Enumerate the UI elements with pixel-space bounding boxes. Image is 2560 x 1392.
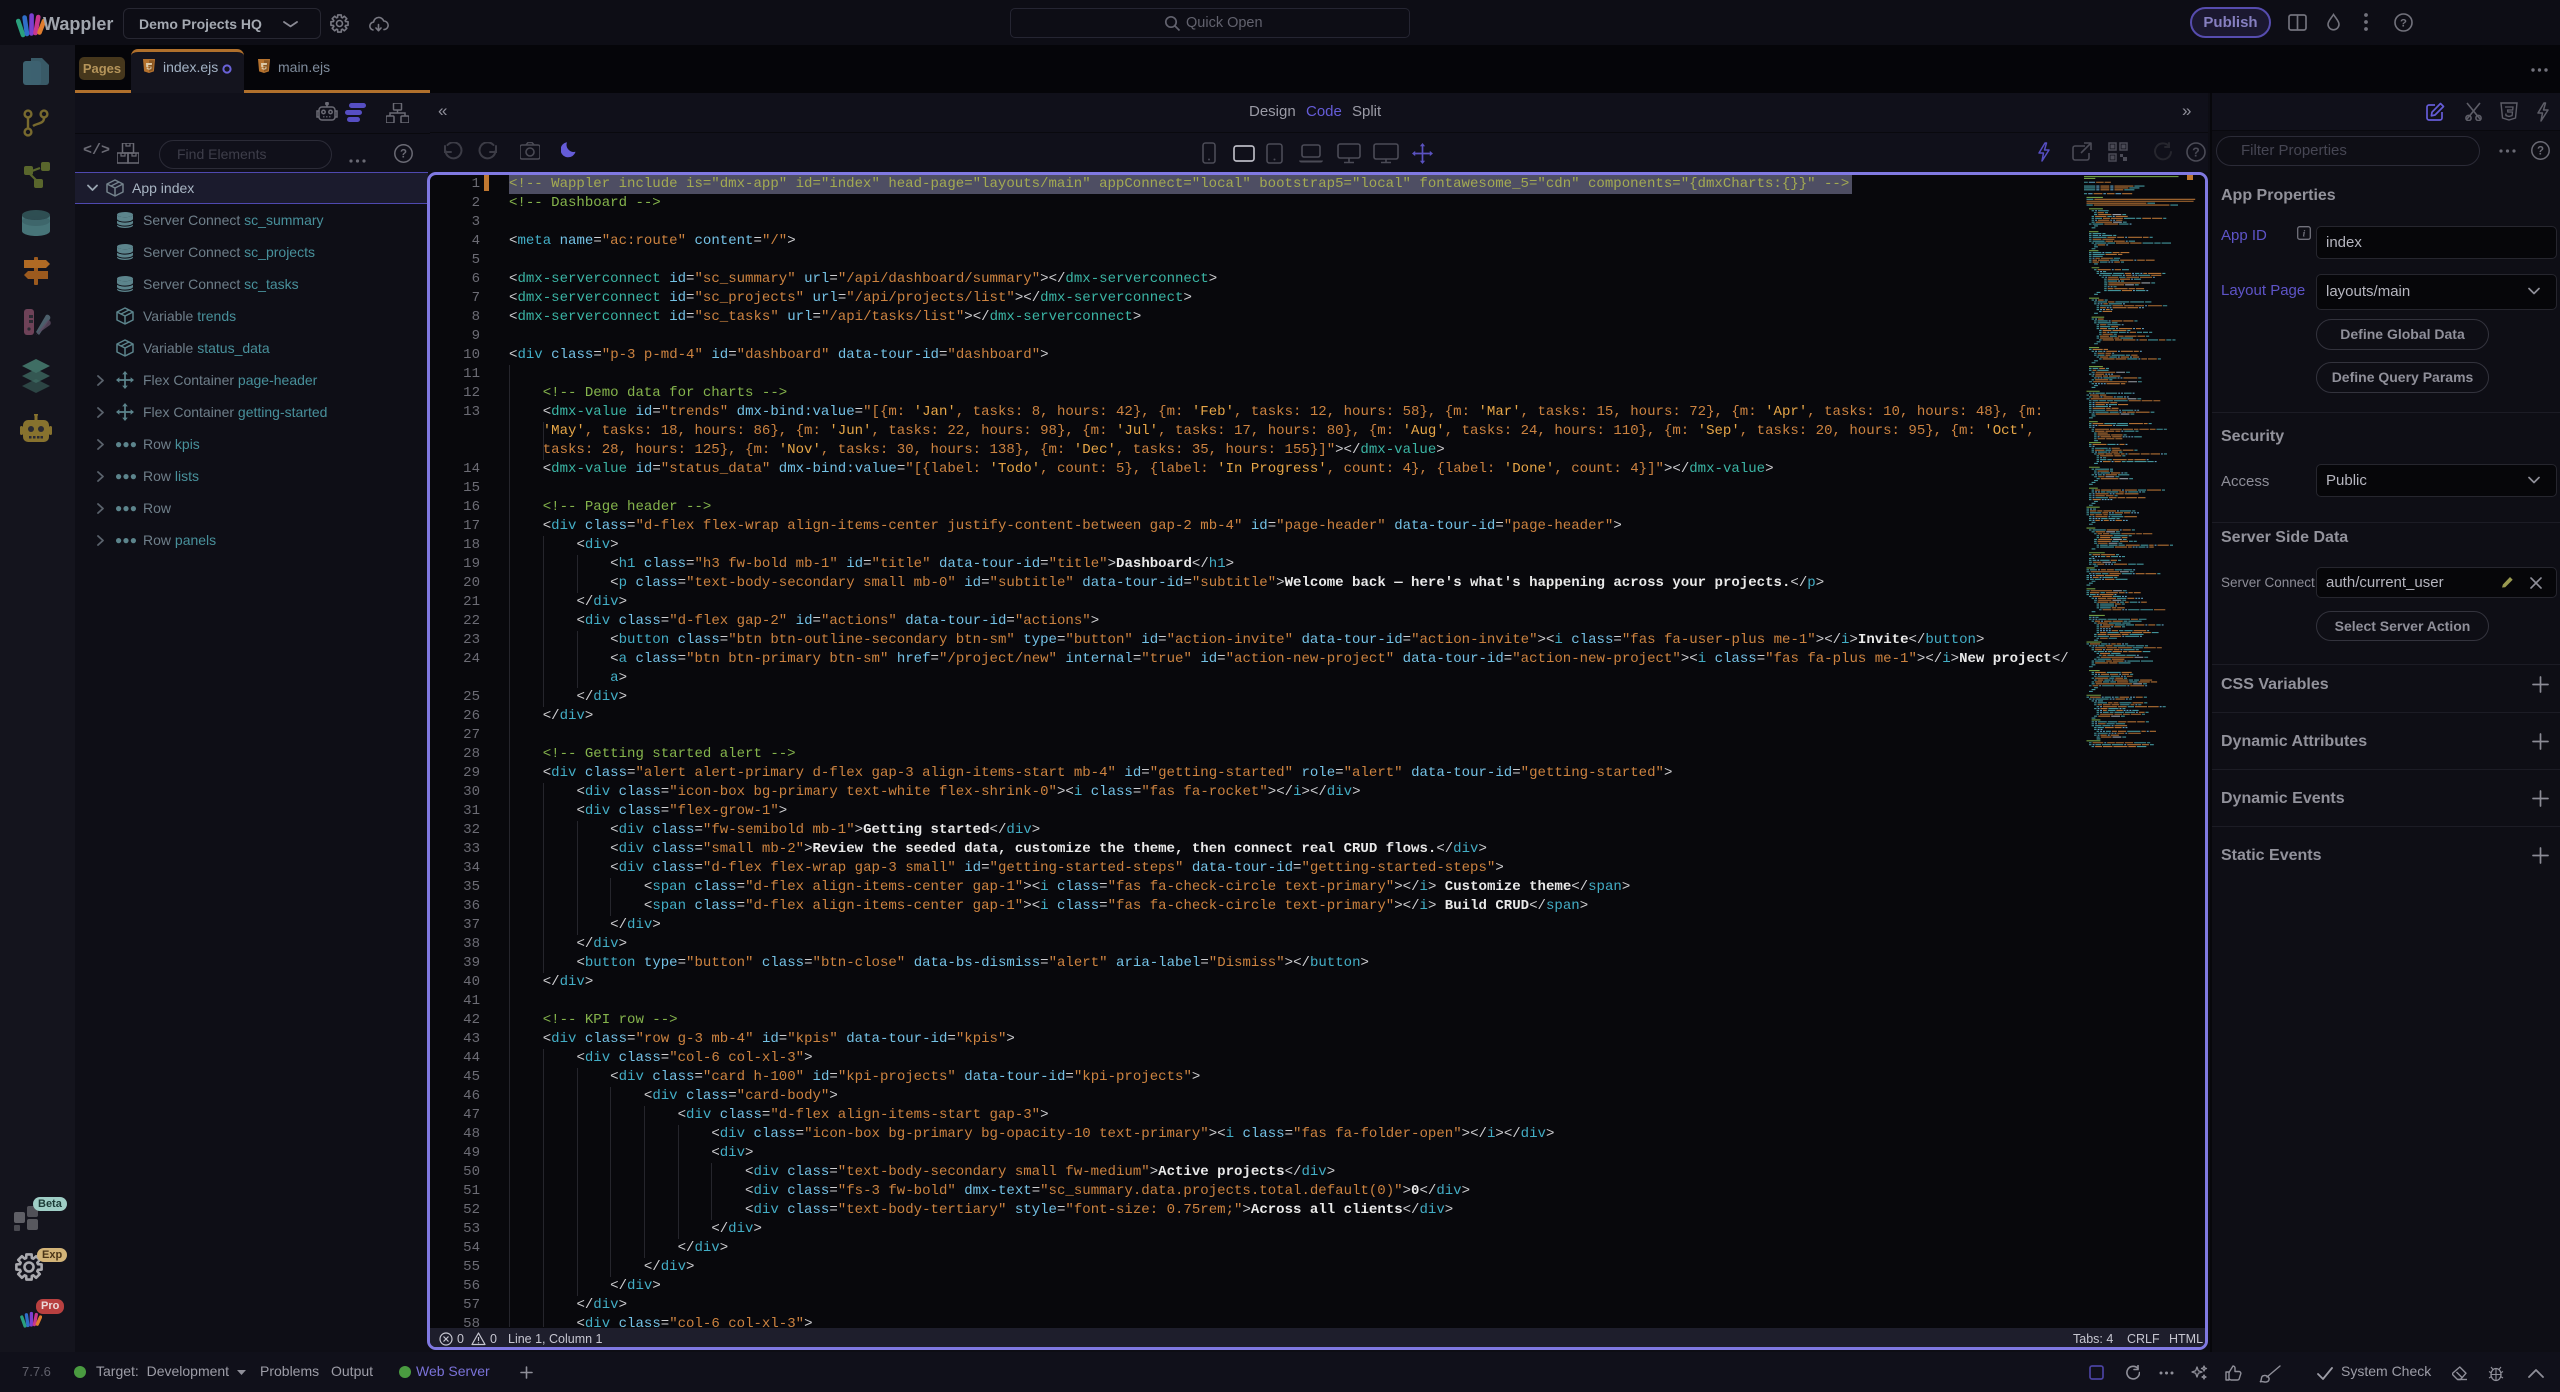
- svg-text:i: i: [2303, 230, 2306, 240]
- svg-text:?: ?: [2537, 146, 2544, 158]
- svg-text:?: ?: [2192, 146, 2200, 160]
- svg-text:?: ?: [400, 149, 407, 161]
- svg-text:?: ?: [2400, 18, 2407, 30]
